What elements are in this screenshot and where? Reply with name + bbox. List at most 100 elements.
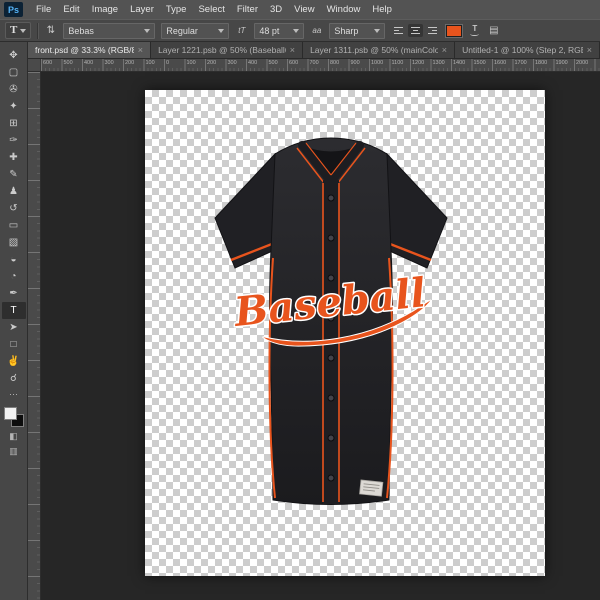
menu-item[interactable]: Type	[160, 0, 193, 19]
chevron-down-icon	[218, 29, 224, 36]
ruler-label: 0	[28, 96, 41, 109]
horizontal-ruler[interactable]: 6005004003002001000100200300400500600700…	[41, 59, 600, 71]
font-size-value: 48 pt	[259, 26, 289, 36]
options-bar: T ⇅ Bebas Regular tT 48 pt aa Sharp T	[0, 19, 600, 42]
ruler-label: 100	[185, 59, 206, 71]
workspace: front.psd @ 33.3% (RGB/8) * × Layer 1221…	[28, 42, 600, 600]
quick-mask-icon[interactable]: ◧	[2, 429, 26, 444]
edit-toolbar-icon[interactable]: ⋯	[2, 387, 26, 402]
ruler-label: 400	[246, 59, 267, 71]
ruler-label: 500	[28, 276, 41, 289]
path-selection-tool[interactable]: ➤	[2, 319, 26, 336]
foreground-color-swatch[interactable]	[4, 407, 17, 420]
ruler-label: 1500	[472, 59, 493, 71]
document-tab-bar: front.psd @ 33.3% (RGB/8) * × Layer 1221…	[28, 42, 600, 59]
character-panel-toggle-icon[interactable]: ▤	[487, 22, 500, 39]
type-tool[interactable]: T	[2, 302, 26, 319]
ruler-label: 400	[28, 240, 41, 253]
text-color-swatch[interactable]	[446, 25, 462, 37]
screen-mode-icon[interactable]: ▥	[2, 444, 26, 459]
vertical-ruler[interactable]: 0100200300400500600700800900100011001200…	[28, 72, 41, 600]
rectangle-tool[interactable]: □	[2, 336, 26, 353]
menu-item[interactable]: Select	[192, 0, 230, 19]
crop-tool[interactable]: ⊞	[2, 115, 26, 132]
ruler-label: 1000	[28, 456, 41, 469]
align-center-icon[interactable]	[408, 24, 423, 37]
menu-items: FileEditImageLayerTypeSelectFilter3DView…	[30, 0, 398, 19]
pen-tool[interactable]: ✒	[2, 285, 26, 302]
document-tab[interactable]: Untitled-1 @ 100% (Step 2, RGB/... ×	[455, 42, 600, 58]
document-checkerboard[interactable]: Baseball	[145, 90, 545, 576]
ruler-label: 600	[41, 59, 62, 71]
chevron-down-icon	[293, 29, 299, 36]
ruler-label: 1300	[431, 59, 452, 71]
close-icon[interactable]: ×	[290, 45, 295, 55]
jersey-left-sleeve	[215, 154, 279, 268]
menu-bar: Ps FileEditImageLayerTypeSelectFilter3DV…	[0, 0, 600, 19]
photoshop-logo-icon: Ps	[4, 2, 23, 17]
move-tool[interactable]: ✥	[2, 47, 26, 64]
align-left-icon[interactable]	[391, 24, 406, 37]
hand-tool[interactable]: ✌	[2, 353, 26, 370]
font-size-select[interactable]: 48 pt	[254, 23, 304, 39]
healing-brush-tool[interactable]: ✚	[2, 149, 26, 166]
ruler-label: 300	[226, 59, 247, 71]
ruler-label: 200	[28, 168, 41, 181]
canvas-area[interactable]: Baseball	[41, 72, 600, 600]
zoom-tool[interactable]: ☌	[2, 370, 26, 387]
ruler-label: 700	[308, 59, 329, 71]
menu-item[interactable]: Edit	[57, 0, 85, 19]
lasso-tool[interactable]: ✇	[2, 81, 26, 98]
document-tab[interactable]: Layer 1311.psb @ 50% (mainColor, RG... ×	[303, 42, 455, 58]
anti-alias-select[interactable]: Sharp	[329, 23, 385, 39]
photoshop-window: Ps FileEditImageLayerTypeSelectFilter3DV…	[0, 0, 600, 600]
dodge-tool[interactable]: ◔	[2, 268, 26, 285]
font-style-value: Regular	[166, 26, 214, 36]
type-tool-icon: T	[10, 23, 17, 38]
tab-label: Layer 1311.psb @ 50% (mainColor, RG...	[310, 45, 438, 55]
align-right-icon[interactable]	[425, 24, 440, 37]
blur-tool[interactable]: ◒	[2, 251, 26, 268]
menu-item[interactable]: Layer	[124, 0, 160, 19]
menu-item[interactable]: Help	[366, 0, 398, 19]
tool-preset-dropdown[interactable]: T	[5, 22, 31, 39]
ruler-corner	[28, 59, 41, 71]
brush-tool[interactable]: ✎	[2, 166, 26, 183]
ruler-label: 1100	[390, 59, 411, 71]
menu-item[interactable]: Filter	[231, 0, 264, 19]
anti-alias-value: Sharp	[334, 26, 370, 36]
history-brush-tool[interactable]: ↺	[2, 200, 26, 217]
ruler-label: 500	[62, 59, 83, 71]
ruler-label: 1300	[28, 564, 41, 577]
text-orientation-icon[interactable]: ⇅	[44, 22, 57, 39]
close-icon[interactable]: ×	[587, 45, 592, 55]
quick-selection-tool[interactable]: ✦	[2, 98, 26, 115]
ruler-label: 800	[28, 384, 41, 397]
ruler-label: 1000	[369, 59, 390, 71]
document-tab[interactable]: front.psd @ 33.3% (RGB/8) * ×	[28, 42, 151, 58]
gradient-tool[interactable]: ▧	[2, 234, 26, 251]
clone-stamp-tool[interactable]: ♟	[2, 183, 26, 200]
ruler-label: 300	[28, 204, 41, 217]
menu-item[interactable]: View	[288, 0, 320, 19]
ruler-label: 700	[28, 348, 41, 361]
menu-item[interactable]: File	[30, 0, 57, 19]
font-family-select[interactable]: Bebas	[63, 23, 155, 39]
close-icon[interactable]: ×	[442, 45, 447, 55]
close-icon[interactable]: ×	[138, 45, 143, 55]
menu-item[interactable]: Image	[86, 0, 124, 19]
ruler-label: 300	[103, 59, 124, 71]
menu-item[interactable]: 3D	[264, 0, 288, 19]
eyedropper-tool[interactable]: ✑	[2, 132, 26, 149]
menu-item[interactable]: Window	[321, 0, 367, 19]
marquee-tool[interactable]: ▢	[2, 64, 26, 81]
font-style-select[interactable]: Regular	[161, 23, 229, 39]
ruler-label: 1200	[410, 59, 431, 71]
jersey-tag	[360, 480, 383, 496]
eraser-tool[interactable]: ▭	[2, 217, 26, 234]
jersey-right-sleeve	[383, 154, 447, 268]
jersey-artwork: Baseball	[201, 130, 461, 520]
ruler-label: 400	[82, 59, 103, 71]
warp-text-icon[interactable]: T	[468, 22, 481, 39]
document-tab[interactable]: Layer 1221.psb @ 50% (Baseball6, RG... ×	[151, 42, 303, 58]
